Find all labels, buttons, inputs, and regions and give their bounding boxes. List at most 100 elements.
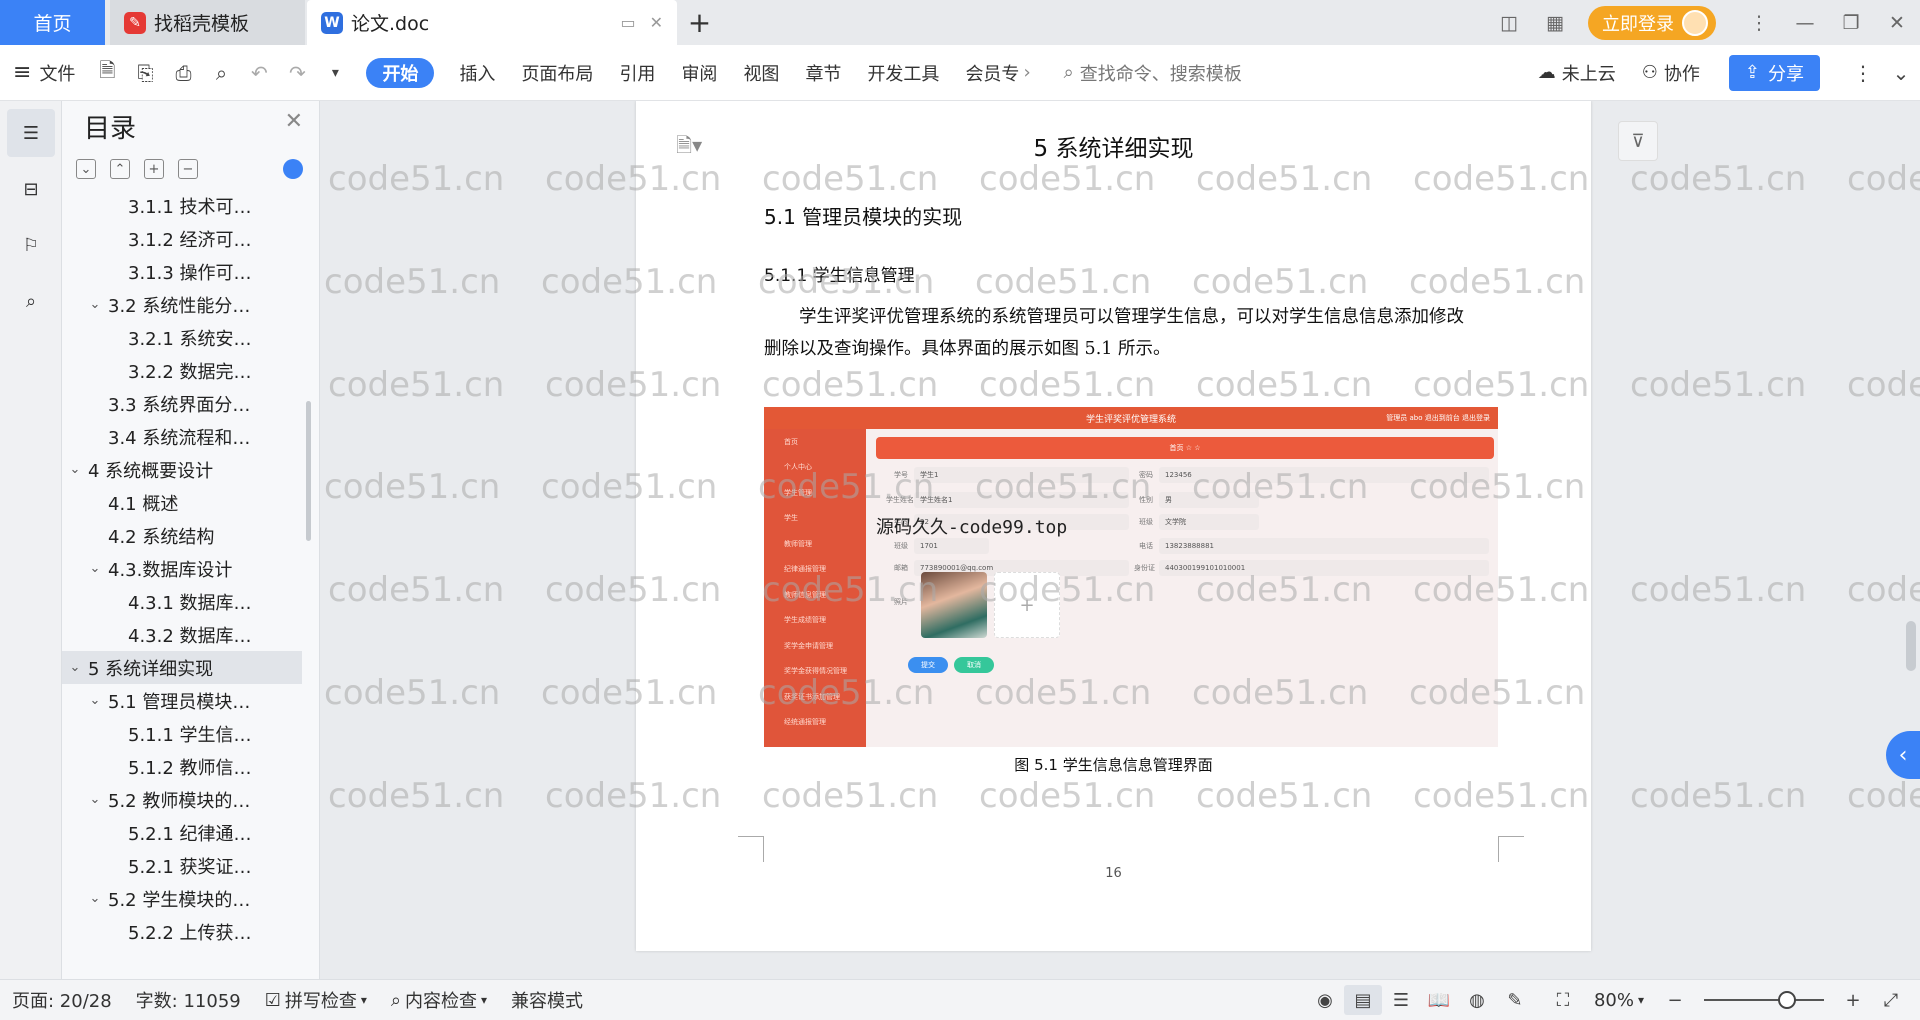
toc-item[interactable]: 3.4 系统流程和… [62, 420, 302, 453]
toc-item[interactable]: 4.1 概述 [62, 486, 302, 519]
toc-item[interactable]: 4.2 系统结构 [62, 519, 302, 552]
apps-grid-icon[interactable]: ▦ [1532, 0, 1578, 45]
floating-toolbar-button[interactable]: ⊽ [1618, 121, 1658, 161]
content-check[interactable]: ⌕ 内容检查 ▾ [379, 987, 499, 1013]
undo-icon[interactable]: ↶ [240, 45, 278, 101]
preview-icon[interactable]: ⌕ [202, 45, 240, 101]
quick-access-dropdown-icon[interactable]: ▾ [316, 45, 354, 101]
tab-home[interactable]: 首页 [0, 0, 105, 45]
compat-mode[interactable]: 兼容模式 [499, 987, 595, 1013]
fullscreen-icon[interactable]: ⤢ [1872, 990, 1910, 1011]
reading-view-icon[interactable]: 📖 [1420, 990, 1458, 1011]
page-view-icon[interactable]: ▤ [1343, 985, 1382, 1015]
toc-item[interactable]: ⌄ 5.1 管理员模块… [62, 684, 302, 717]
tab-view[interactable]: 视图 [730, 45, 792, 101]
eye-protection-icon[interactable]: ◉ [1306, 990, 1344, 1011]
pen-icon[interactable]: ✎ [1496, 990, 1534, 1011]
close-window-icon[interactable]: ✕ [1874, 0, 1920, 45]
cloud-status[interactable]: ☁ 未上云 [1525, 45, 1629, 101]
toc-item[interactable]: ⌄ 5.2 教师模块的… [62, 783, 302, 816]
body-paragraph[interactable]: 学生评奖评优管理系统的系统管理员可以管理学生信息，可以对学生信息信息添加修改删除… [764, 301, 1474, 365]
tab-developer[interactable]: 开发工具 [854, 45, 952, 101]
more-icon[interactable]: ⋮ [1736, 0, 1782, 45]
ribbon-more-icon[interactable]: ⋮ [1844, 45, 1882, 101]
new-tab-button[interactable]: + [677, 0, 722, 45]
tab-daoke-templates[interactable]: ✎ 找稻壳模板 [110, 0, 305, 45]
remove-heading-icon[interactable]: − [178, 159, 198, 179]
find-icon[interactable]: ⌕ [7, 277, 55, 325]
chapter-heading[interactable]: 5 系统详细实现 [636, 129, 1591, 163]
fit-page-icon[interactable]: ⛶ [1544, 990, 1582, 1011]
print-icon[interactable]: ⎙ [164, 45, 202, 101]
ribbon-collapse-icon[interactable]: ⌄ [1882, 45, 1920, 101]
toc-item[interactable]: 4.3.1 数据库… [62, 585, 302, 618]
zoom-slider[interactable] [1704, 991, 1824, 1009]
collapse-all-icon[interactable]: ⌃ [110, 159, 130, 179]
toc-scrollbar[interactable] [306, 401, 311, 541]
tab-page-layout[interactable]: 页面布局 [508, 45, 606, 101]
close-icon[interactable]: ✕ [285, 109, 303, 134]
window-mode-icon[interactable]: ▭ [620, 13, 635, 32]
save-icon[interactable]: 🗎 [88, 45, 126, 101]
command-search[interactable]: ⌕ 查找命令、搜索模板 [1064, 60, 1242, 86]
word-count[interactable]: 字数: 11059 [124, 987, 253, 1013]
chevron-down-icon[interactable]: ⌄ [86, 561, 104, 576]
redo-icon[interactable]: ↷ [278, 45, 316, 101]
ai-assistant-icon[interactable] [283, 159, 303, 179]
tab-member[interactable]: 会员专 › [952, 45, 1043, 101]
toc-item[interactable]: ⌄ 5.2 学生模块的… [62, 882, 302, 915]
share-button[interactable]: ⇪ 分享 [1728, 54, 1820, 91]
side-panel-toggle[interactable]: ‹ [1886, 731, 1920, 779]
toc-item[interactable]: 5.2.1 纪律通… [62, 816, 302, 849]
zoom-level[interactable]: 80% ▾ [1582, 990, 1656, 1011]
toc-item[interactable]: ⌄ 5 系统详细实现 [62, 651, 302, 684]
zoom-out-icon[interactable]: − [1656, 990, 1694, 1011]
login-button[interactable]: 立即登录 [1588, 5, 1716, 40]
chapter-nav-icon[interactable]: ⊟ [7, 165, 55, 213]
toc-item[interactable]: 3.1.2 经济可… [62, 222, 302, 255]
web-view-icon[interactable]: ◍ [1458, 990, 1496, 1011]
toc-item[interactable]: 5.1.1 学生信… [62, 717, 302, 750]
tab-start[interactable]: 开始 [366, 57, 435, 88]
toc-item[interactable]: 3.1.3 操作可… [62, 255, 302, 288]
subsection-heading[interactable]: 5.1.1 学生信息管理 [764, 261, 915, 286]
toc-item[interactable]: ⌄ 4 系统概要设计 [62, 453, 302, 486]
toc-item[interactable]: 4.3.2 数据库… [62, 618, 302, 651]
layout-icon[interactable]: ◫ [1486, 0, 1532, 45]
zoom-in-icon[interactable]: + [1834, 990, 1872, 1011]
toc-item[interactable]: 5.1.2 教师信… [62, 750, 302, 783]
chevron-down-icon[interactable]: ⌄ [66, 660, 84, 675]
minimize-icon[interactable]: — [1782, 0, 1828, 45]
chevron-down-icon[interactable]: ⌄ [86, 693, 104, 708]
expand-all-icon[interactable]: ⌄ [76, 159, 96, 179]
tab-document[interactable]: W 论文.doc ▭ ✕ [307, 0, 677, 45]
tab-review[interactable]: 审阅 [668, 45, 730, 101]
vertical-scrollbar[interactable] [1906, 621, 1916, 671]
tab-chapter[interactable]: 章节 [792, 45, 854, 101]
zoom-slider-knob[interactable] [1778, 991, 1796, 1009]
page-info[interactable]: 页面: 20/28 [0, 987, 124, 1013]
tab-references[interactable]: 引用 [606, 45, 668, 101]
toc-item[interactable]: 3.1.1 技术可… [62, 189, 302, 222]
bookmark-icon[interactable]: ⚐ [7, 221, 55, 269]
chevron-down-icon[interactable]: ⌄ [86, 792, 104, 807]
close-tab-icon[interactable]: ✕ [650, 13, 663, 32]
toc-item[interactable]: 5.2.2 上传获… [62, 915, 302, 948]
tab-insert[interactable]: 插入 [446, 45, 508, 101]
chevron-down-icon[interactable]: ⌄ [86, 297, 104, 312]
toc-item[interactable]: ⌄ 4.3.数据库设计 [62, 552, 302, 585]
file-menu[interactable]: ≡ 文件 [0, 45, 88, 101]
toc-item[interactable]: 5.2.1 获奖证… [62, 849, 302, 882]
add-heading-icon[interactable]: + [144, 159, 164, 179]
toc-item[interactable]: 3.2.2 数据完… [62, 354, 302, 387]
chevron-down-icon[interactable]: ⌄ [86, 891, 104, 906]
section-heading[interactable]: 5.1 管理员模块的实现 [764, 201, 962, 230]
toc-item[interactable]: 3.2.1 系统安… [62, 321, 302, 354]
outline-view-icon[interactable]: ☰ [1382, 990, 1420, 1011]
toc-item[interactable]: 3.3 系统界面分… [62, 387, 302, 420]
toc-item[interactable]: ⌄ 3.2 系统性能分… [62, 288, 302, 321]
spell-check[interactable]: ☑ 拼写检查 ▾ [253, 987, 379, 1013]
restore-icon[interactable]: ❐ [1828, 0, 1874, 45]
toc-panel-icon[interactable]: ☰ [7, 109, 55, 157]
export-icon[interactable]: ⎘ [126, 45, 164, 101]
